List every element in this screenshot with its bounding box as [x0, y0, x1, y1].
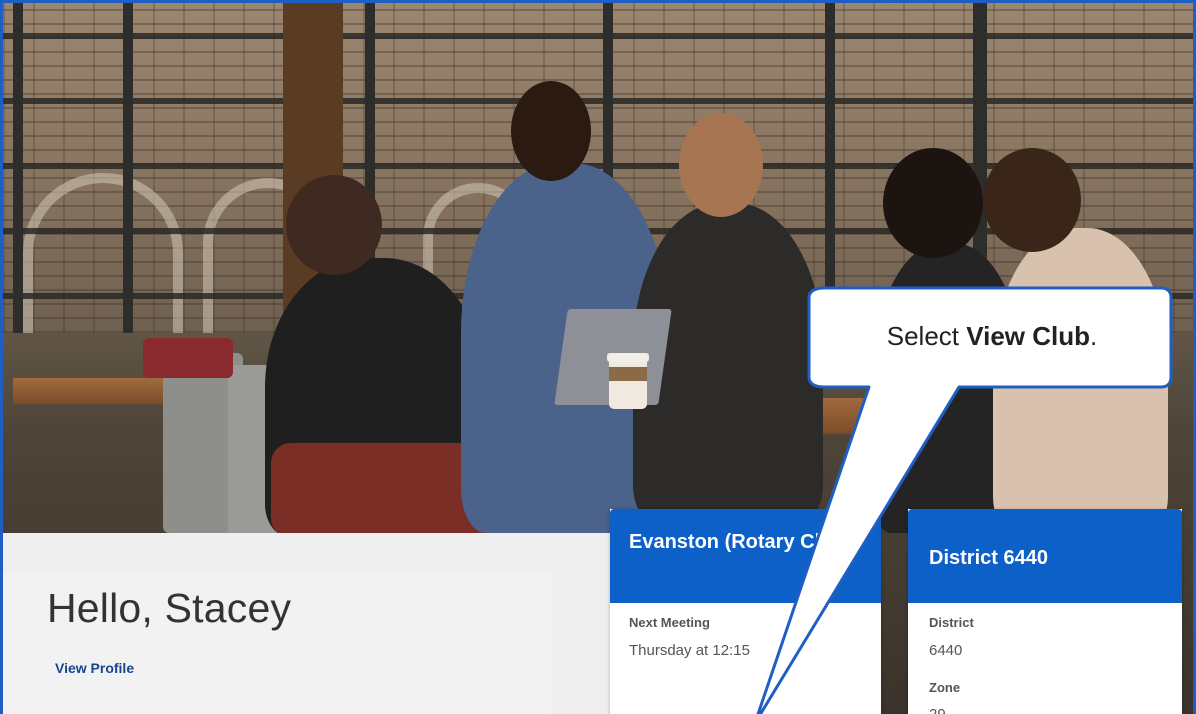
club-card[interactable]: Evanston (Rotary Club) Next Meeting Thur…: [610, 509, 881, 714]
coffee-cup: [607, 353, 649, 409]
callout-text: Select View Club.: [811, 321, 1173, 352]
app-frame: Hello, Stacey View Profile Evanston (Rot…: [0, 0, 1196, 714]
person-head: [983, 148, 1081, 252]
window-mullion: [825, 3, 835, 333]
chair: [143, 338, 233, 378]
building-arch: [23, 173, 183, 333]
district-card[interactable]: District 6440 District 6440 Zone 29: [908, 509, 1182, 714]
greeting-panel: Hello, Stacey View Profile: [3, 533, 610, 714]
district-value: 6440: [929, 642, 963, 659]
person: [271, 443, 491, 538]
view-profile-link[interactable]: View Profile: [55, 660, 134, 676]
district-card-title[interactable]: District 6440: [908, 509, 1182, 603]
callout-suffix: .: [1090, 321, 1098, 351]
person-head: [511, 81, 591, 181]
person-head: [679, 113, 763, 217]
callout-emphasis: View Club: [966, 321, 1091, 351]
window-transom: [3, 33, 1193, 39]
window-transom: [3, 98, 1193, 104]
zone-value: 29: [929, 706, 946, 714]
person-head: [883, 148, 983, 258]
zone-label: Zone: [929, 680, 961, 695]
club-card-title[interactable]: Evanston (Rotary Club): [610, 509, 881, 603]
district-label: District: [929, 615, 974, 630]
window-mullion: [123, 3, 133, 333]
next-meeting-value: Thursday at 12:15: [629, 642, 750, 659]
next-meeting-label: Next Meeting: [629, 615, 710, 630]
person: [993, 228, 1168, 533]
greeting-title: Hello, Stacey: [47, 585, 292, 631]
person-head: [286, 175, 382, 275]
window-mullion: [13, 3, 23, 333]
callout-prefix: Select: [886, 321, 967, 351]
